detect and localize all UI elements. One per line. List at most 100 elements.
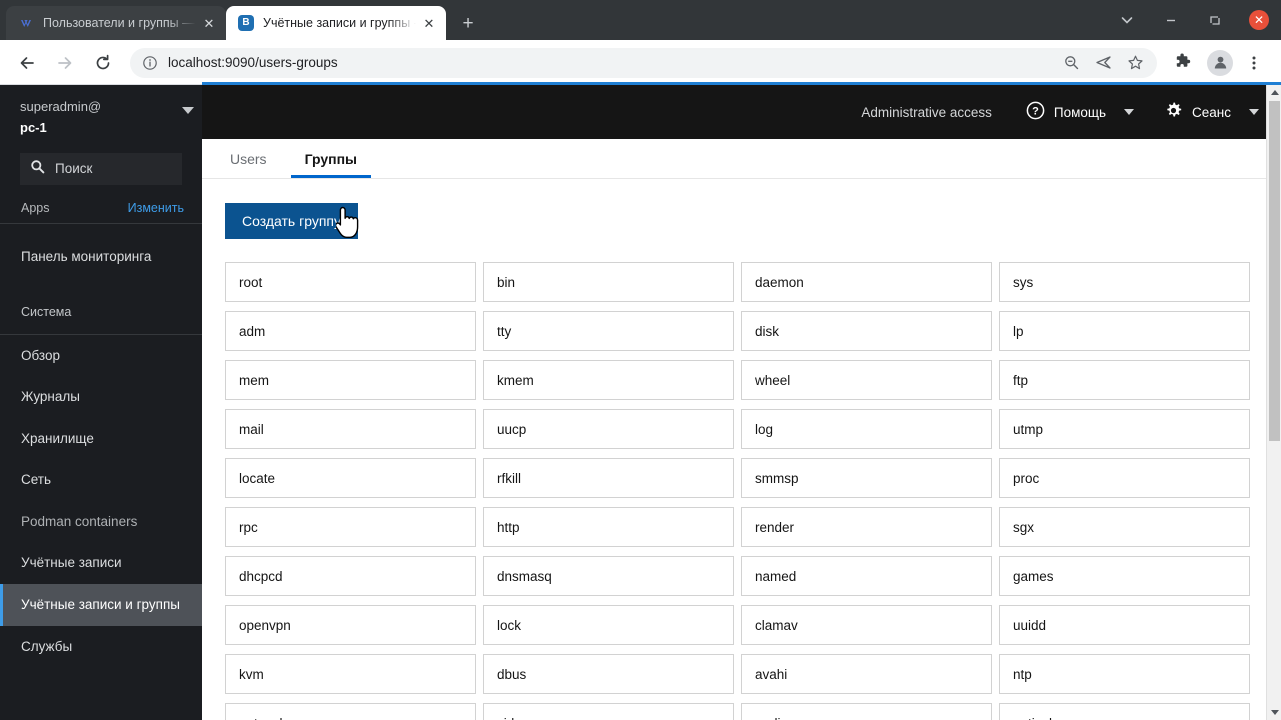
cockpit-page: superadmin@ pc-1 Поиск Apps Изменить Пан… xyxy=(0,82,1281,720)
group-card[interactable]: games xyxy=(999,556,1250,597)
puzzle-icon[interactable] xyxy=(1166,47,1198,79)
group-card[interactable]: rpc xyxy=(225,507,476,548)
group-card[interactable]: kmem xyxy=(483,360,734,401)
browser-tab-2-close-icon[interactable]: ✕ xyxy=(420,14,438,32)
group-card[interactable]: named xyxy=(741,556,992,597)
create-group-button[interactable]: Создать группу xyxy=(225,203,358,240)
group-card[interactable]: ntp xyxy=(999,654,1250,695)
group-card[interactable]: log xyxy=(741,409,992,450)
sidebar-item-dashboard[interactable]: Панель мониторинга xyxy=(0,236,202,278)
help-circle-icon: ? xyxy=(1026,101,1045,123)
sidebar-item-network[interactable]: Сеть xyxy=(0,459,202,501)
group-card[interactable]: sys xyxy=(999,262,1250,303)
group-card[interactable]: openvpn xyxy=(225,605,476,646)
maximize-button[interactable] xyxy=(1193,0,1237,40)
administrative-access-label[interactable]: Administrative access xyxy=(861,105,992,120)
session-label: Сеанс xyxy=(1192,104,1231,120)
group-card[interactable]: avahi xyxy=(741,654,992,695)
group-card[interactable]: render xyxy=(741,507,992,548)
wikipedia-icon xyxy=(18,15,34,31)
account-icon[interactable] xyxy=(1207,49,1233,76)
group-card[interactable]: ftp xyxy=(999,360,1250,401)
group-card[interactable]: mem xyxy=(225,360,476,401)
group-card[interactable]: locate xyxy=(225,458,476,499)
group-card[interactable]: tty xyxy=(483,311,734,352)
browser-window: Пользователи и группы — W ✕ B Учётные за… xyxy=(0,0,1281,720)
info-circle-icon[interactable] xyxy=(142,55,158,71)
group-card[interactable]: smmsp xyxy=(741,458,992,499)
group-card[interactable]: network xyxy=(225,703,476,720)
group-card[interactable]: mail xyxy=(225,409,476,450)
reload-icon[interactable] xyxy=(87,47,119,79)
svg-text:?: ? xyxy=(1032,106,1039,118)
close-button[interactable]: ✕ xyxy=(1237,0,1281,40)
group-card[interactable]: dnsmasq xyxy=(483,556,734,597)
browser-tab-1-close-icon[interactable]: ✕ xyxy=(200,14,218,32)
address-bar-actions xyxy=(1055,49,1151,77)
close-icon: ✕ xyxy=(1249,10,1269,30)
group-card[interactable]: video xyxy=(483,703,734,720)
sidebar-item-services[interactable]: Службы xyxy=(0,626,202,668)
host-switcher[interactable]: superadmin@ pc-1 xyxy=(0,85,202,149)
browser-tab-1[interactable]: Пользователи и группы — W ✕ xyxy=(6,6,226,40)
scroll-down-icon[interactable] xyxy=(1267,705,1281,720)
group-card[interactable]: proc xyxy=(999,458,1250,499)
cockpit-main: Administrative access ? Помощь Сеанс Use… xyxy=(202,85,1281,720)
forward-icon[interactable] xyxy=(49,47,81,79)
group-card[interactable]: root xyxy=(225,262,476,303)
new-tab-button[interactable]: + xyxy=(454,9,482,37)
help-menu[interactable]: ? Помощь xyxy=(1026,101,1135,123)
apps-edit-link[interactable]: Изменить xyxy=(128,201,184,215)
content-scrollbar[interactable] xyxy=(1266,85,1281,720)
sidebar-item-overview[interactable]: Обзор xyxy=(0,335,202,377)
group-card[interactable]: wheel xyxy=(741,360,992,401)
chevron-down-icon[interactable] xyxy=(1105,0,1149,40)
group-card[interactable]: http xyxy=(483,507,734,548)
star-icon[interactable] xyxy=(1121,49,1149,77)
group-card[interactable]: lock xyxy=(483,605,734,646)
group-card[interactable]: utmp xyxy=(999,409,1250,450)
sidebar-item-accounts-and-groups[interactable]: Учётные записи и группы xyxy=(0,583,202,626)
group-card[interactable]: rfkill xyxy=(483,458,734,499)
sidebar-section-system: Система xyxy=(0,289,202,335)
window-controls: ✕ xyxy=(1105,0,1281,40)
group-card[interactable]: adm xyxy=(225,311,476,352)
group-card[interactable]: bin xyxy=(483,262,734,303)
group-card[interactable]: dhcpcd xyxy=(225,556,476,597)
kebab-menu-icon[interactable] xyxy=(1238,47,1270,79)
tab-users[interactable]: Users xyxy=(225,151,272,178)
group-card[interactable]: sgx xyxy=(999,507,1250,548)
sidebar-item-podman-containers[interactable]: Podman containers xyxy=(0,501,202,543)
back-icon[interactable] xyxy=(11,47,43,79)
group-card[interactable]: lp xyxy=(999,311,1250,352)
browser-tab-2[interactable]: B Учётные записи и группы - su ✕ xyxy=(226,6,446,40)
browser-tabstrip: Пользователи и группы — W ✕ B Учётные за… xyxy=(0,0,1281,40)
group-card[interactable]: audio xyxy=(741,703,992,720)
group-card[interactable]: uuidd xyxy=(999,605,1250,646)
scroll-up-icon[interactable] xyxy=(1267,85,1281,100)
sidebar-item-accounts[interactable]: Учётные записи xyxy=(0,542,202,584)
address-bar[interactable]: localhost:9090/users-groups xyxy=(130,47,1157,78)
content-scrollbar-thumb[interactable] xyxy=(1269,101,1280,441)
tab-groups[interactable]: Группы xyxy=(290,151,372,178)
group-card[interactable]: disk xyxy=(741,311,992,352)
group-card[interactable]: dbus xyxy=(483,654,734,695)
group-card[interactable]: daemon xyxy=(741,262,992,303)
group-card[interactable]: uucp xyxy=(483,409,734,450)
search-input[interactable]: Поиск xyxy=(20,152,182,185)
send-icon[interactable] xyxy=(1089,49,1117,77)
browser-tab-2-title: Учётные записи и группы - su xyxy=(263,16,416,30)
sidebar-item-logs[interactable]: Журналы xyxy=(0,376,202,418)
host-name: pc-1 xyxy=(20,120,47,136)
minimize-button[interactable] xyxy=(1149,0,1193,40)
group-card[interactable]: clamav xyxy=(741,605,992,646)
cockpit-icon: B xyxy=(238,15,254,31)
group-card[interactable]: optical xyxy=(999,703,1250,720)
sidebar-item-storage[interactable]: Хранилище xyxy=(0,418,202,460)
chevron-down-icon[interactable] xyxy=(182,107,194,114)
zoom-out-icon[interactable] xyxy=(1057,49,1085,77)
content-tabs: Users Группы xyxy=(202,139,1281,179)
session-menu[interactable]: Сеанс xyxy=(1164,101,1259,123)
group-card[interactable]: kvm xyxy=(225,654,476,695)
